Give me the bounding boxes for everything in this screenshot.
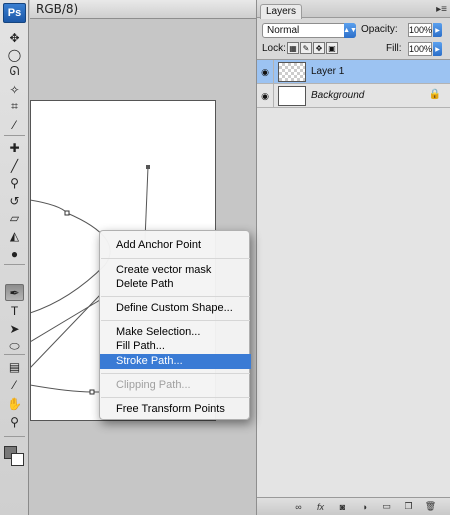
eye-icon[interactable]: ◉ [257,60,274,84]
layer-thumbnail [278,86,306,106]
tool-divider [4,436,25,437]
layer-list: ◉ Layer 1 ◉ Background 🔒 [257,59,450,497]
lock-icon: 🔒 [428,89,441,100]
blur-tool-icon[interactable]: ● [5,245,24,262]
panel-menu-icon[interactable]: ▸≡ [436,4,447,15]
tab-layers[interactable]: Layers [260,4,303,19]
fill-label: Fill: [386,43,402,54]
eyedropper-2-tool-icon[interactable]: ⁄ [5,376,24,393]
chevron-down-icon: ▲▼ [343,23,357,38]
fill-field[interactable]: 100% [408,42,432,56]
eraser-tool-icon[interactable]: ▱ [5,209,24,226]
crop-tool-icon[interactable]: ⌗ [5,98,24,115]
lock-position-icon[interactable]: ✥ [313,42,325,54]
notes-tool-icon[interactable]: ▤ [5,358,24,375]
lock-image-icon[interactable]: ✎ [300,42,312,54]
tool-divider [4,135,25,136]
fx-icon[interactable]: fx [313,500,328,513]
new-group-icon[interactable]: ▭ [379,500,394,513]
magic-wand-tool-icon[interactable]: ✧ [5,81,24,98]
blend-mode-select[interactable]: Normal ▲▼ [262,23,357,38]
layer-thumbnail [278,62,306,82]
menu-item-fill-path[interactable]: Fill Path... [100,339,251,354]
layer-name[interactable]: Layer 1 [311,66,344,77]
move-tool-icon[interactable]: ✥ [5,29,24,46]
layer-row-layer-1[interactable]: ◉ Layer 1 [257,60,450,84]
healing-brush-tool-icon[interactable]: ✚ [5,139,24,156]
panel-footer: ∞ fx ◙ ◑ ▭ ❐ 🗑 [257,497,450,515]
blend-mode-value: Normal [267,25,300,36]
menu-item-add-anchor-point[interactable]: Add Anchor Point [100,238,251,253]
hand-tool-icon[interactable]: ✋ [5,395,24,412]
menu-item-clipping-path: Clipping Path... [116,379,191,391]
marquee-tool-icon[interactable]: ◯ [5,46,24,63]
opacity-slider-arrow-icon[interactable]: ▶ [433,23,442,37]
layer-row-background[interactable]: ◉ Background 🔒 [257,84,450,108]
menu-item-create-vector-mask[interactable]: Create vector mask [100,263,251,278]
clone-stamp-tool-icon[interactable]: ⚲ [5,174,24,191]
new-layer-icon[interactable]: ❐ [401,500,416,513]
fill-slider-arrow-icon[interactable]: ▶ [433,42,442,56]
menu-divider [101,397,250,398]
lock-transparent-icon[interactable]: ▦ [287,42,299,54]
menu-item-free-transform-points[interactable]: Free Transform Points [100,402,251,417]
anchor-point[interactable] [89,389,95,395]
opacity-label: Opacity: [361,24,398,35]
path-segment[interactable] [30,299,101,343]
layers-panel: Layers ▸≡ Normal ▲▼ Opacity: 100% ▶ Lock… [256,0,450,515]
menu-item-define-custom-shape[interactable]: Define Custom Shape... [100,301,251,316]
menu-item-make-selection[interactable]: Make Selection... [100,325,251,340]
tools-palette: Ps ✥ ◯ ᘏ ✧ ⌗ ⁄ ✚ ╱ ⚲ ↺ ▱ ◭ ● ✒ T ➤ ⬭ ▤ ⁄ ✋ ⚲ [0,0,29,515]
eyedropper-tool-icon[interactable]: ⁄ [5,116,24,133]
menu-item-delete-path[interactable]: Delete Path [100,277,251,292]
path-selection-tool-icon[interactable]: ➤ [5,320,24,337]
menu-item-stroke-path[interactable]: Stroke Path... [100,354,251,369]
background-color-swatch[interactable] [11,453,24,466]
tool-divider [4,354,25,355]
tool-divider [4,264,25,265]
lock-all-icon[interactable]: ▣ [326,42,338,54]
history-brush-tool-icon[interactable]: ↺ [5,192,24,209]
layer-mask-icon[interactable]: ◙ [335,500,350,513]
lasso-tool-icon[interactable]: ᘏ [5,63,24,80]
paint-bucket-tool-icon[interactable]: ◭ [5,227,24,244]
adjustment-layer-icon[interactable]: ◑ [357,500,372,513]
lock-label: Lock: [262,43,286,54]
layer-name[interactable]: Background [311,90,364,101]
document-tab[interactable]: RGB/8) [30,0,256,19]
menu-divider [101,258,250,259]
photoshop-logo[interactable]: Ps [3,3,26,23]
direction-point[interactable] [146,165,150,169]
document-title: RGB/8) [36,2,79,16]
panel-header: Layers ▸≡ [257,0,450,19]
type-tool-icon[interactable]: T [5,302,24,319]
brush-tool-icon[interactable]: ╱ [5,157,24,174]
shape-tool-icon[interactable]: ⬭ [5,338,24,355]
trash-icon[interactable]: 🗑 [423,500,438,513]
menu-divider [101,320,250,321]
pen-tool-icon[interactable]: ✒ [5,284,24,301]
context-menu: Add Anchor Point Create vector mask Dele… [99,230,251,420]
zoom-tool-icon[interactable]: ⚲ [5,413,24,430]
menu-divider [101,296,250,297]
opacity-field[interactable]: 100% [408,23,432,37]
eye-icon[interactable]: ◉ [257,84,274,108]
menu-divider [101,373,250,374]
link-layers-icon[interactable]: ∞ [291,500,306,513]
anchor-point[interactable] [64,210,70,216]
